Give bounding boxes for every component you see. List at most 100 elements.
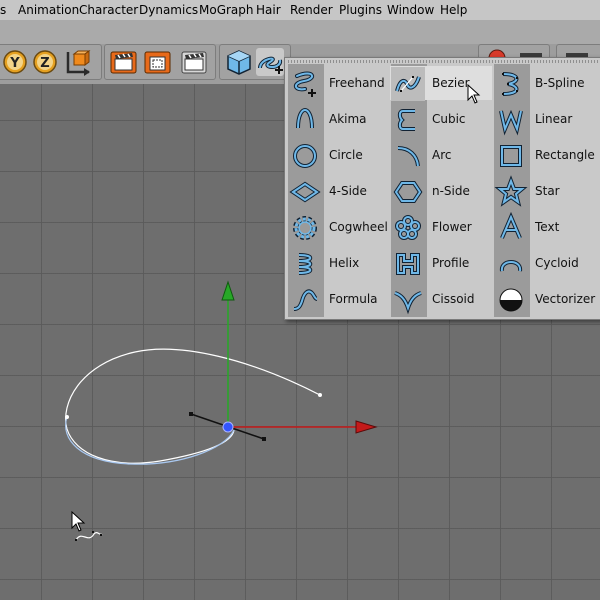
menu-item-b-spline[interactable]: B-Spline [493, 66, 595, 100]
menu-animation[interactable]: Animation [18, 3, 79, 17]
cubic-spline-icon [397, 109, 415, 131]
menu-item-cubic[interactable]: Cubic [390, 102, 492, 136]
coordinate-system-icon [66, 50, 91, 76]
spline-point[interactable] [318, 393, 322, 397]
menu-item-label: B-Spline [535, 76, 585, 90]
y-axis-arrow-icon[interactable] [221, 280, 235, 301]
menu-item-label: Text [535, 220, 560, 234]
menu-item-label: Linear [535, 112, 573, 126]
menu-item-label: Cubic [432, 112, 466, 126]
menu-item-star[interactable]: Star [493, 174, 595, 208]
cogwheel-spline-icon [293, 216, 317, 240]
formula-spline-icon [293, 289, 318, 311]
menu-character[interactable]: Character [79, 3, 138, 17]
cube-icon [227, 50, 251, 75]
render-view-button[interactable] [109, 48, 137, 76]
n-side-spline-icon [393, 181, 423, 203]
menu-dynamics[interactable]: Dynamics [139, 3, 198, 17]
menu-help[interactable]: Help [440, 3, 467, 17]
axis-lock-group: Y Z [0, 44, 102, 80]
menu-item-label: Helix [329, 256, 360, 270]
menu-hair[interactable]: Hair [256, 3, 281, 17]
text-spline-icon [500, 211, 522, 239]
menu-item-label: Cycloid [535, 256, 579, 270]
menu-tearoff-grip[interactable] [288, 60, 598, 63]
y-axis-lock-button[interactable]: Y [1, 48, 29, 76]
svg-text:Y: Y [9, 56, 20, 71]
menu-item-label: Freehand [329, 76, 385, 90]
cissoid-spline-icon [394, 291, 422, 315]
flower-spline-icon [395, 215, 421, 240]
svg-text:Z: Z [40, 56, 49, 71]
render-view-icon [110, 51, 137, 74]
z-axis-lock-icon: Z [33, 50, 57, 74]
menu-item-helix[interactable]: Helix [287, 246, 389, 280]
render-settings-icon [181, 51, 207, 74]
rectangle-spline-icon [500, 145, 522, 167]
menu-item-profile[interactable]: Profile [390, 246, 492, 280]
mouse-cursor-icon [71, 510, 86, 532]
menu-item-label: 4-Side [329, 184, 367, 198]
main-menu-bar: s Animation Character Dynamics MoGraph H… [0, 0, 600, 21]
cube-button[interactable] [224, 48, 252, 76]
object-group [219, 44, 291, 80]
vectorizer-spline-icon [499, 288, 523, 312]
b-spline-icon [502, 72, 519, 96]
coordinate-system-button[interactable] [63, 48, 91, 76]
bezier-spline-icon [391, 67, 425, 101]
menu-item-circle[interactable]: Circle [287, 138, 389, 172]
menu-item-label: Cogwheel [329, 220, 388, 234]
menu-item-label: Arc [432, 148, 452, 162]
menu-item-label: n-Side [432, 184, 470, 198]
render-group [104, 44, 216, 80]
bezier-spline-curve[interactable] [65, 348, 321, 464]
menu-item-label: Vectorizer [535, 292, 596, 306]
menu-item-akima[interactable]: Akima [287, 102, 389, 136]
menu-item-label: Formula [329, 292, 378, 306]
menu-item-rectangle[interactable]: Rectangle [493, 138, 595, 172]
menu-item-4-side[interactable]: 4-Side [287, 174, 389, 208]
menu-item-cissoid[interactable]: Cissoid [390, 282, 492, 316]
menu-item-cogwheel[interactable]: Cogwheel [287, 210, 389, 244]
akima-spline-icon [296, 107, 314, 129]
menu-item-freehand[interactable]: Freehand [287, 66, 389, 100]
menu-item-label: Profile [432, 256, 470, 270]
menu-item-label: Flower [432, 220, 472, 234]
menu-mograph[interactable]: MoGraph [199, 3, 254, 17]
menu-item-vectorizer[interactable]: Vectorizer [493, 282, 595, 316]
profile-spline-icon [396, 253, 420, 275]
cycloid-spline-icon [499, 260, 523, 272]
spline-tools-icon [258, 56, 283, 74]
menu-item-flower[interactable]: Flower [390, 210, 492, 244]
y-axis-lock-icon: Y [3, 50, 27, 74]
menu-item-linear[interactable]: Linear [493, 102, 595, 136]
object-center-handle[interactable] [222, 421, 234, 433]
menu-item-cycloid[interactable]: Cycloid [493, 246, 595, 280]
tangent-handle-start[interactable] [189, 412, 193, 416]
x-axis-arrow-icon[interactable] [355, 420, 378, 434]
four-side-spline-icon [289, 181, 321, 203]
menu-item-truncated[interactable]: s [0, 3, 6, 17]
spline-point[interactable] [65, 415, 69, 419]
render-settings-button[interactable] [179, 48, 207, 76]
arc-spline-icon [397, 146, 420, 167]
menu-item-formula[interactable]: Formula [287, 282, 389, 316]
z-axis-lock-button[interactable]: Z [31, 48, 59, 76]
render-region-button[interactable] [143, 48, 171, 76]
menu-item-arc[interactable]: Arc [390, 138, 492, 172]
menu-item-n-side[interactable]: n-Side [390, 174, 492, 208]
menu-render[interactable]: Render [290, 3, 333, 17]
freehand-cursor-stroke-icon [75, 532, 103, 541]
menu-item-label: Star [535, 184, 560, 198]
menu-plugins[interactable]: Plugins [339, 3, 382, 17]
tangent-handle-end[interactable] [262, 437, 266, 441]
menu-item-text[interactable]: Text [493, 210, 595, 244]
menu-window[interactable]: Window [387, 3, 434, 17]
freehand-spline-icon [293, 71, 316, 97]
linear-spline-icon [499, 109, 523, 136]
spline-selected-segment [65, 416, 235, 465]
star-spline-icon [494, 175, 528, 207]
helix-spline-icon [298, 253, 313, 275]
render-region-icon [144, 51, 171, 74]
spline-tools-button[interactable] [256, 48, 284, 76]
